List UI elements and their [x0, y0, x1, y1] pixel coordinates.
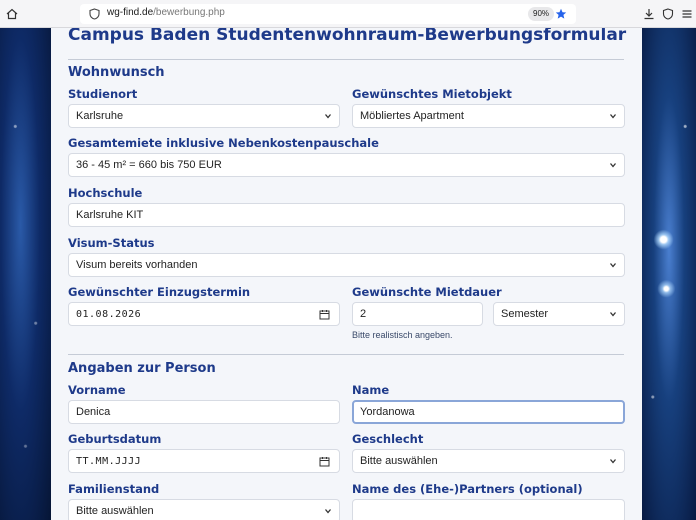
- title-divider: [68, 59, 624, 60]
- hochschule-input[interactable]: Karlsruhe KIT: [68, 203, 625, 227]
- einzugstermin-date-input[interactable]: 01.08.2026: [68, 302, 340, 326]
- label-partner: Name des (Ehe-)Partners (optional): [352, 482, 583, 496]
- form-panel: Campus Baden Studentenwohnraum-Bewerbung…: [51, 28, 642, 520]
- visum-select[interactable]: Visum bereits vorhanden: [68, 253, 625, 277]
- shield-protection-icon[interactable]: [660, 6, 676, 22]
- mietdauer-value: 2: [360, 308, 367, 320]
- geschlecht-value: Bitte auswählen: [360, 455, 438, 467]
- background-space-right: [642, 28, 696, 520]
- label-geburtsdatum: Geburtsdatum: [68, 432, 162, 446]
- browser-toolbar: wg-find.de/bewerbung.php 90%: [0, 0, 696, 28]
- chevron-down-icon: [610, 163, 616, 168]
- chevron-down-icon: [325, 114, 331, 119]
- bookmark-star-icon[interactable]: [555, 8, 567, 20]
- gesamtmiete-select[interactable]: 36 - 45 m² = 660 bis 750 EUR: [68, 153, 625, 177]
- visum-value: Visum bereits vorhanden: [76, 259, 198, 271]
- label-vorname: Vorname: [68, 383, 126, 397]
- familienstand-value: Bitte auswählen: [76, 505, 154, 517]
- hochschule-value: Karlsruhe KIT: [76, 209, 144, 221]
- label-visum: Visum-Status: [68, 236, 155, 250]
- label-einzugstermin: Gewünschter Einzugstermin: [68, 285, 251, 299]
- chevron-down-icon: [610, 114, 616, 119]
- calendar-icon[interactable]: [319, 456, 330, 467]
- label-mietobjekt: Gewünschtes Mietobjekt: [352, 87, 512, 101]
- chevron-down-icon: [610, 459, 616, 464]
- name-value: Yordanowa: [360, 406, 415, 418]
- chevron-down-icon: [610, 263, 616, 268]
- chevron-down-icon: [610, 312, 616, 317]
- home-icon[interactable]: [4, 6, 20, 22]
- geburtsdatum-date-input[interactable]: TT.MM.JJJJ: [68, 449, 340, 473]
- section-divider: [68, 354, 624, 355]
- vorname-value: Denica: [76, 406, 111, 418]
- background-space-left: [0, 28, 51, 520]
- mietobjekt-select[interactable]: Möbliertes Apartment: [352, 104, 625, 128]
- section-title-person: Angaben zur Person: [68, 361, 216, 376]
- form-title: Campus Baden Studentenwohnraum-Bewerbung…: [68, 28, 627, 45]
- familienstand-select[interactable]: Bitte auswählen: [68, 499, 340, 520]
- zoom-level-badge[interactable]: 90%: [528, 7, 555, 21]
- mietdauer-unit-value: Semester: [501, 308, 549, 320]
- name-input[interactable]: Yordanowa: [352, 400, 625, 424]
- label-geschlecht: Geschlecht: [352, 432, 424, 446]
- mietdauer-unit-select[interactable]: Semester: [493, 302, 625, 326]
- studienort-select[interactable]: Karlsruhe: [68, 104, 340, 128]
- vorname-input[interactable]: Denica: [68, 400, 340, 424]
- studienort-value: Karlsruhe: [76, 110, 124, 122]
- partner-input[interactable]: [352, 499, 625, 520]
- address-bar[interactable]: wg-find.de/bewerbung.php 90%: [80, 4, 576, 24]
- mietobjekt-value: Möbliertes Apartment: [360, 110, 464, 122]
- label-mietdauer: Gewünschte Mietdauer: [352, 285, 502, 299]
- calendar-icon[interactable]: [319, 309, 330, 320]
- geschlecht-select[interactable]: Bitte auswählen: [352, 449, 625, 473]
- shield-icon[interactable]: [89, 8, 100, 20]
- section-title-wohnwunsch: Wohnwunsch: [68, 65, 165, 80]
- label-familienstand: Familienstand: [68, 482, 160, 496]
- chevron-down-icon: [325, 509, 331, 514]
- download-icon[interactable]: [641, 6, 657, 22]
- label-hochschule: Hochschule: [68, 186, 143, 200]
- label-studienort: Studienort: [68, 87, 138, 101]
- mietdauer-input[interactable]: 2: [352, 302, 483, 326]
- geburtsdatum-value: TT.MM.JJJJ: [76, 455, 142, 467]
- einzugstermin-value: 01.08.2026: [76, 308, 142, 320]
- label-name: Name: [352, 383, 390, 397]
- label-gesamtmiete: Gesamtemiete inklusive Nebenkostenpausch…: [68, 136, 379, 150]
- gesamtmiete-value: 36 - 45 m² = 660 bis 750 EUR: [76, 159, 222, 171]
- mietdauer-hint: Bitte realistisch angeben.: [352, 330, 453, 340]
- url-text[interactable]: wg-find.de/bewerbung.php: [107, 7, 225, 18]
- more-menu-icon[interactable]: [679, 6, 695, 22]
